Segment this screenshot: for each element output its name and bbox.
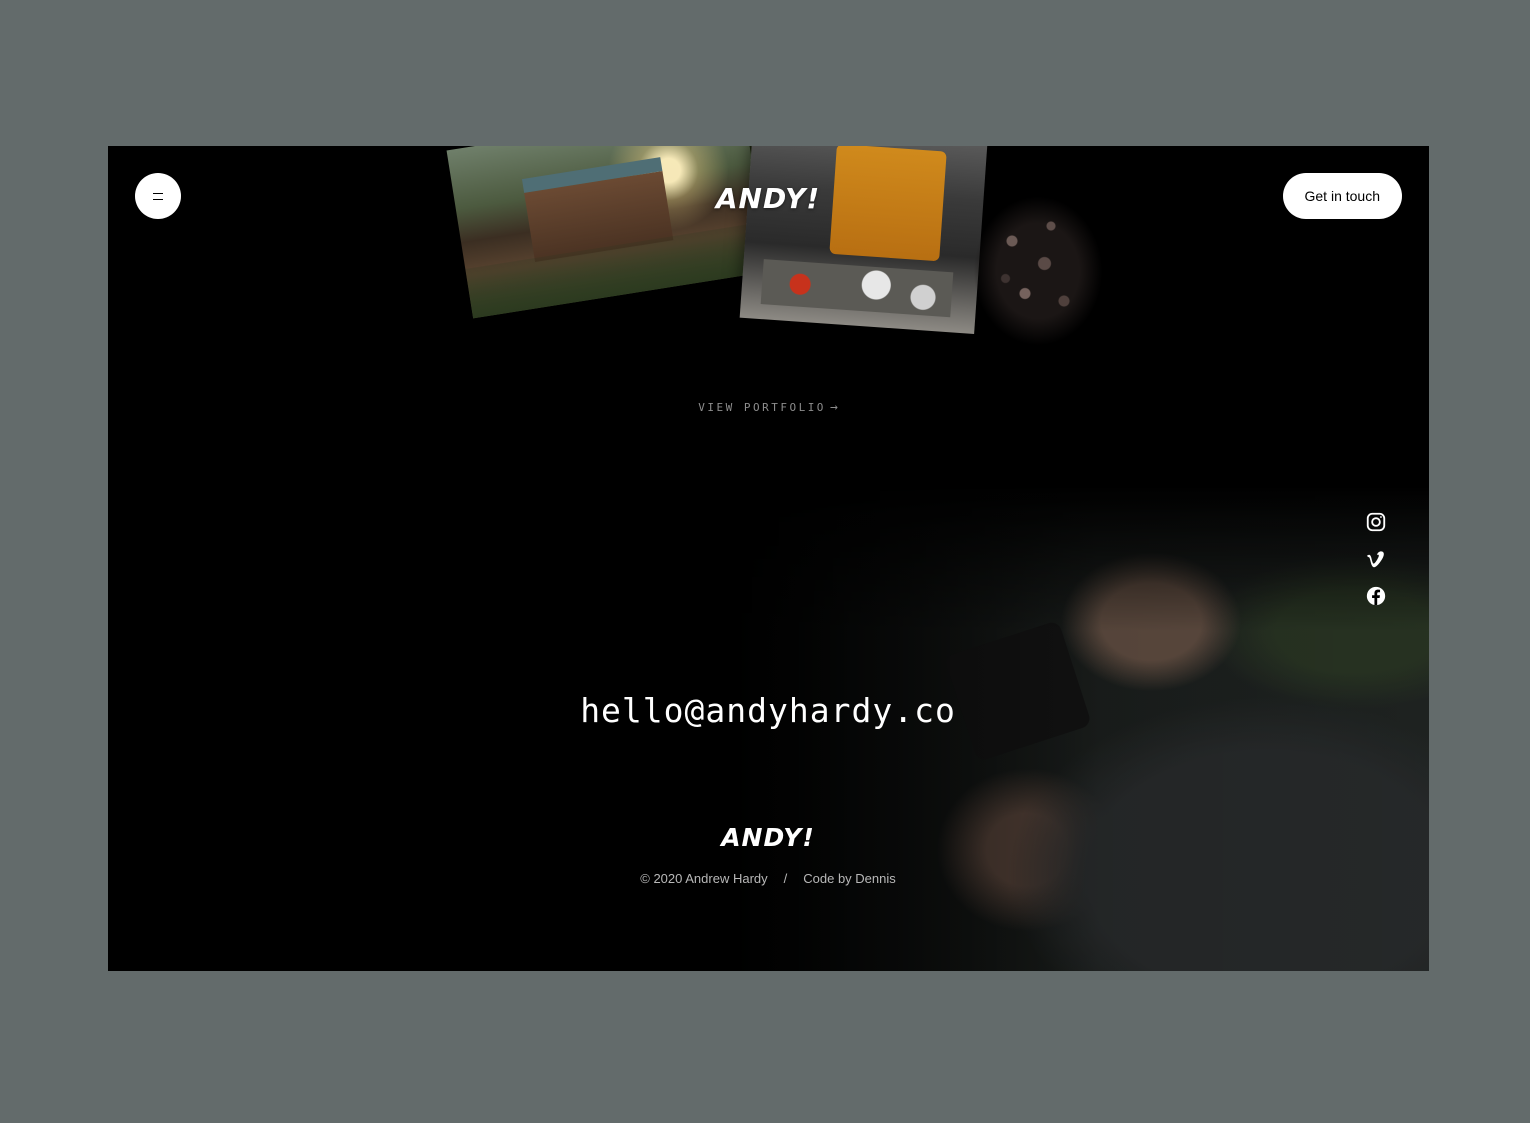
get-in-touch-button[interactable]: Get in touch bbox=[1282, 173, 1402, 219]
menu-button[interactable] bbox=[135, 173, 181, 219]
social-links bbox=[1365, 511, 1387, 622]
header-logo[interactable]: ANDY! bbox=[668, 182, 868, 215]
email-link[interactable]: hello@andyhardy.co bbox=[468, 691, 1068, 730]
view-portfolio-label: VIEW PORTFOLIO bbox=[698, 401, 826, 414]
code-credit-link[interactable]: Code by Dennis bbox=[803, 871, 896, 886]
view-portfolio-link[interactable]: VIEW PORTFOLIO → bbox=[668, 400, 868, 415]
vimeo-link[interactable] bbox=[1365, 548, 1387, 570]
vimeo-icon bbox=[1366, 551, 1384, 568]
collage-photo-bus bbox=[739, 146, 988, 334]
collage-photo-flowers bbox=[973, 196, 1103, 346]
page-frame: ANDY! Get in touch VIEW PORTFOLIO → hello… bbox=[108, 146, 1429, 971]
footer-logo[interactable]: ANDY! bbox=[668, 823, 868, 852]
menu-icon bbox=[153, 192, 163, 200]
arrow-right-icon: → bbox=[829, 400, 838, 415]
footer-separator: / bbox=[783, 871, 788, 886]
copyright-text: © 2020 Andrew Hardy bbox=[640, 871, 768, 886]
facebook-link[interactable] bbox=[1365, 585, 1387, 607]
instagram-link[interactable] bbox=[1365, 511, 1387, 533]
instagram-icon bbox=[1366, 512, 1386, 532]
footer-credits: © 2020 Andrew Hardy / Code by Dennis bbox=[468, 871, 1068, 886]
collage-photo-cabin bbox=[446, 146, 770, 319]
facebook-icon bbox=[1366, 586, 1386, 606]
